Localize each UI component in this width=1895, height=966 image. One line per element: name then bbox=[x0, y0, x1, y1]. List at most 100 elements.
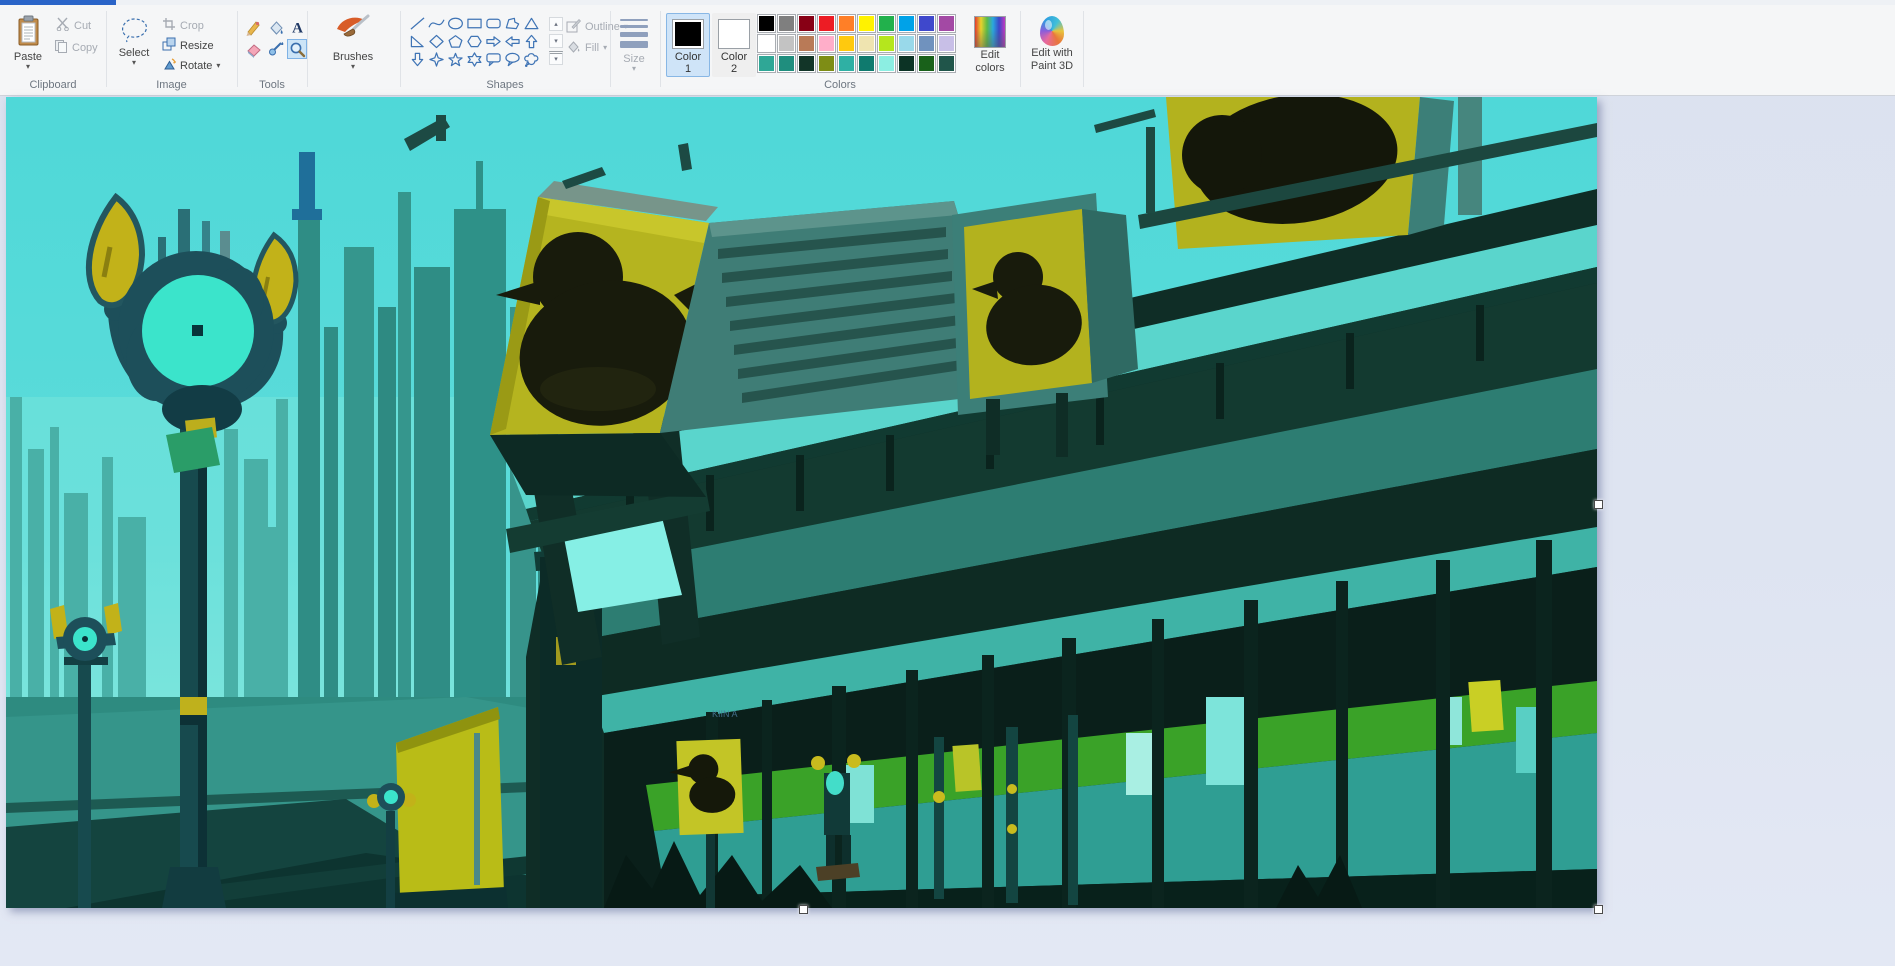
palette-swatch[interactable] bbox=[878, 55, 895, 72]
scissors-icon bbox=[56, 17, 70, 34]
palette-swatch[interactable] bbox=[918, 15, 935, 32]
selection-handle-right[interactable] bbox=[1594, 500, 1603, 509]
rotate-label: Rotate bbox=[180, 60, 212, 72]
pencil-tool[interactable] bbox=[243, 17, 263, 37]
paint3d-label-1: Edit with bbox=[1031, 47, 1073, 59]
outline-icon bbox=[566, 18, 581, 36]
color1-number: 1 bbox=[685, 63, 691, 75]
text-tool[interactable]: A bbox=[287, 17, 307, 37]
svg-text:A: A bbox=[292, 20, 303, 36]
shape-six-point-star[interactable] bbox=[465, 50, 484, 68]
palette-swatch[interactable] bbox=[838, 55, 855, 72]
fill-label: Fill bbox=[585, 42, 599, 54]
shape-up-arrow[interactable] bbox=[522, 32, 541, 50]
shape-rounded-callout[interactable] bbox=[484, 50, 503, 68]
group-divider bbox=[237, 11, 238, 87]
rotate-button[interactable]: Rotate ▾ bbox=[162, 57, 220, 74]
palette-swatch[interactable] bbox=[778, 35, 795, 52]
eraser-tool[interactable] bbox=[243, 39, 263, 59]
shape-rounded-rectangle[interactable] bbox=[484, 14, 503, 32]
lasso-select-icon bbox=[117, 15, 151, 46]
shapes-more-button[interactable]: ▾ bbox=[549, 51, 563, 65]
selection-handle-bottom-right[interactable] bbox=[1594, 905, 1603, 914]
shapes-group-label: Shapes bbox=[400, 79, 610, 91]
shape-right-triangle[interactable] bbox=[408, 32, 427, 50]
palette-swatch[interactable] bbox=[918, 55, 935, 72]
palette-swatch[interactable] bbox=[858, 35, 875, 52]
color2-button[interactable]: Color 2 bbox=[712, 13, 756, 77]
shape-hexagon[interactable] bbox=[465, 32, 484, 50]
edit-colors-icon bbox=[974, 16, 1006, 48]
palette-swatch[interactable] bbox=[798, 55, 815, 72]
palette-swatch[interactable] bbox=[778, 15, 795, 32]
fill-with-color-tool[interactable] bbox=[265, 17, 285, 37]
palette-swatch[interactable] bbox=[918, 35, 935, 52]
palette-swatch[interactable] bbox=[838, 15, 855, 32]
shapes-scroll: ▴ ▾ ▾ bbox=[549, 17, 563, 65]
palette-swatch[interactable] bbox=[818, 15, 835, 32]
palette-swatch[interactable] bbox=[898, 15, 915, 32]
color1-label: Color bbox=[675, 51, 701, 63]
palette-swatch[interactable] bbox=[858, 55, 875, 72]
shape-rectangle[interactable] bbox=[465, 14, 484, 32]
shape-four-point-star[interactable] bbox=[427, 50, 446, 68]
palette-swatch[interactable] bbox=[898, 55, 915, 72]
palette-swatch[interactable] bbox=[938, 35, 955, 52]
magnifier-tool[interactable] bbox=[287, 39, 307, 59]
shape-down-arrow[interactable] bbox=[408, 50, 427, 68]
group-divider bbox=[400, 11, 401, 87]
shape-fill-button[interactable]: Fill ▾ bbox=[566, 39, 607, 57]
color2-label: Color bbox=[721, 51, 747, 63]
edit-colors-button[interactable]: Edit colors bbox=[964, 14, 1016, 76]
paste-button[interactable]: Paste ▾ bbox=[6, 13, 50, 72]
selection-handle-bottom[interactable] bbox=[799, 905, 808, 914]
palette-swatch[interactable] bbox=[818, 35, 835, 52]
shape-left-arrow[interactable] bbox=[503, 32, 522, 50]
copy-button[interactable]: Copy bbox=[54, 39, 98, 56]
palette-swatch[interactable] bbox=[758, 55, 775, 72]
shape-five-point-star[interactable] bbox=[446, 50, 465, 68]
palette-swatch[interactable] bbox=[898, 35, 915, 52]
palette-swatch[interactable] bbox=[858, 15, 875, 32]
palette-swatch[interactable] bbox=[778, 55, 795, 72]
palette-swatch[interactable] bbox=[938, 15, 955, 32]
shape-triangle[interactable] bbox=[522, 14, 541, 32]
shapes-scroll-down[interactable]: ▾ bbox=[549, 34, 563, 48]
paint-canvas[interactable]: KIIN A bbox=[6, 97, 1597, 908]
palette-swatch[interactable] bbox=[838, 35, 855, 52]
palette-swatch[interactable] bbox=[878, 35, 895, 52]
brushes-dropdown-arrow: ▾ bbox=[351, 64, 355, 70]
line-size-icon bbox=[620, 15, 648, 52]
palette-swatch[interactable] bbox=[798, 15, 815, 32]
size-button[interactable]: Size ▾ bbox=[612, 13, 656, 74]
shape-polygon[interactable] bbox=[503, 14, 522, 32]
color-picker-tool[interactable] bbox=[265, 39, 285, 59]
palette-swatch[interactable] bbox=[758, 15, 775, 32]
group-divider bbox=[307, 11, 308, 87]
cut-button[interactable]: Cut bbox=[56, 17, 91, 34]
tools-group-label: Tools bbox=[237, 79, 307, 91]
resize-button[interactable]: Resize bbox=[162, 37, 214, 54]
shape-right-arrow[interactable] bbox=[484, 32, 503, 50]
brushes-button[interactable]: Brushes ▾ bbox=[318, 11, 388, 72]
tools-grid: A bbox=[243, 17, 307, 59]
select-button[interactable]: Select ▾ bbox=[112, 13, 156, 68]
ribbon: Paste ▾ Cut Copy Clipboard Select ▾ Crop bbox=[0, 5, 1895, 96]
group-divider bbox=[660, 11, 661, 87]
palette-swatch[interactable] bbox=[758, 35, 775, 52]
crop-button[interactable]: Crop bbox=[162, 17, 204, 34]
shape-line[interactable] bbox=[408, 14, 427, 32]
shape-oval[interactable] bbox=[446, 14, 465, 32]
color1-button[interactable]: Color 1 bbox=[666, 13, 710, 77]
palette-swatch[interactable] bbox=[878, 15, 895, 32]
palette-swatch[interactable] bbox=[818, 55, 835, 72]
shape-pentagon[interactable] bbox=[446, 32, 465, 50]
shape-curve[interactable] bbox=[427, 14, 446, 32]
shapes-scroll-up[interactable]: ▴ bbox=[549, 17, 563, 31]
shape-cloud-callout[interactable] bbox=[522, 50, 541, 68]
edit-with-paint3d-button[interactable]: Edit with Paint 3D bbox=[1024, 14, 1080, 74]
shape-diamond[interactable] bbox=[427, 32, 446, 50]
shape-oval-callout[interactable] bbox=[503, 50, 522, 68]
palette-swatch[interactable] bbox=[798, 35, 815, 52]
palette-swatch[interactable] bbox=[938, 55, 955, 72]
